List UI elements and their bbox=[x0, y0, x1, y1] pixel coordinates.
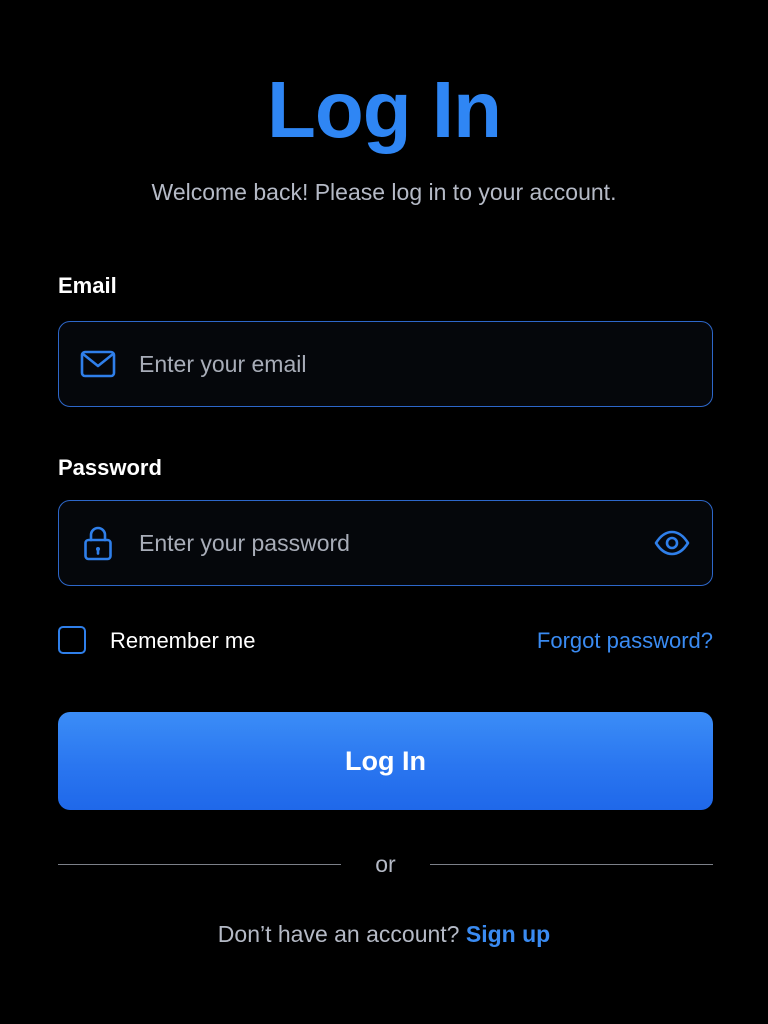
login-page: Log In Welcome back! Please log in to yo… bbox=[0, 0, 768, 1024]
signup-link[interactable]: Sign up bbox=[466, 921, 550, 947]
login-button[interactable]: Log In bbox=[58, 712, 713, 810]
email-input[interactable] bbox=[139, 322, 639, 406]
email-field-container[interactable] bbox=[58, 321, 713, 407]
signup-row: Don’t have an account? Sign up bbox=[0, 918, 768, 950]
password-input[interactable] bbox=[139, 501, 639, 585]
page-subtitle: Welcome back! Please log in to your acco… bbox=[151, 179, 617, 205]
or-divider: or bbox=[58, 848, 713, 880]
eye-icon[interactable] bbox=[652, 523, 692, 563]
remember-label[interactable]: Remember me bbox=[110, 625, 255, 657]
lock-icon bbox=[79, 524, 117, 562]
divider-line-right bbox=[430, 864, 713, 865]
password-label: Password bbox=[58, 455, 162, 480]
password-field-container[interactable] bbox=[58, 500, 713, 586]
remember-checkbox[interactable] bbox=[58, 626, 86, 654]
remember-row: Remember me Forgot password? bbox=[58, 625, 713, 659]
email-label: Email bbox=[58, 273, 117, 298]
page-title: Log In bbox=[267, 65, 502, 154]
forgot-password-link[interactable]: Forgot password? bbox=[537, 625, 713, 657]
mail-icon bbox=[79, 345, 117, 383]
signup-prompt: Don’t have an account? bbox=[217, 921, 466, 947]
